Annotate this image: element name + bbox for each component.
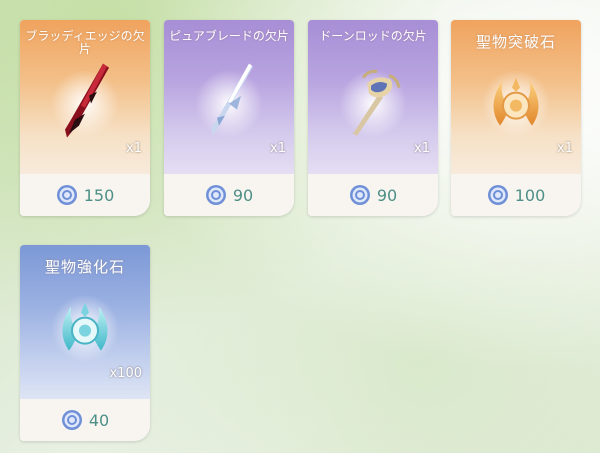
price-bar: 90 [308, 174, 438, 216]
item-quantity: x1 [414, 141, 430, 156]
coin-icon [56, 184, 78, 206]
item-price: 90 [376, 185, 398, 205]
price-bar: 40 [20, 399, 150, 441]
relic-enhancement-stone-icon [45, 281, 125, 375]
relic-breakthrough-stone-icon [476, 56, 556, 150]
coin-icon [205, 184, 227, 206]
price-bar: 90 [164, 174, 294, 216]
item-name: 聖物突破石 [475, 33, 556, 51]
coin-icon [61, 409, 83, 431]
item-art: ピュアブレードの欠片 x1 [164, 20, 294, 174]
shop-item-card[interactable]: ブラッディエッジの欠片 x1 150 [20, 20, 150, 216]
item-quantity: x1 [126, 141, 142, 156]
item-price: 100 [514, 185, 546, 205]
shop-page: { "items": [ { "name": "ブラッディエッジの欠片", "q… [0, 0, 600, 453]
item-name: ドーンロッドの欠片 [319, 29, 427, 43]
item-art: 聖物強化石 x100 [20, 245, 150, 399]
shop-item-card[interactable]: 聖物突破石 x1 100 [451, 20, 581, 216]
pure-blade-fragment-icon [189, 56, 269, 150]
item-price: 90 [232, 185, 254, 205]
item-quantity: x100 [109, 366, 142, 381]
price-bar: 150 [20, 174, 150, 216]
item-quantity: x1 [270, 141, 286, 156]
item-art: ドーンロッドの欠片 x1 [308, 20, 438, 174]
price-bar: 100 [451, 174, 581, 216]
dawn-rod-fragment-icon [333, 56, 413, 150]
shop-item-card[interactable]: 聖物強化石 x100 40 [20, 245, 150, 441]
coin-icon [487, 184, 509, 206]
shop-item-card[interactable]: ピュアブレードの欠片 x1 90 [164, 20, 294, 216]
item-price: 40 [88, 410, 110, 430]
item-quantity: x1 [557, 141, 573, 156]
item-name: ピュアブレードの欠片 [169, 29, 289, 43]
item-art: 聖物突破石 x1 [451, 20, 581, 174]
item-art: ブラッディエッジの欠片 x1 [20, 20, 150, 174]
blood-blade-fragment-icon [45, 56, 125, 150]
item-name: 聖物強化石 [44, 258, 125, 276]
shop-item-card[interactable]: ドーンロッドの欠片 x1 90 [308, 20, 438, 216]
coin-icon [349, 184, 371, 206]
item-price: 150 [83, 185, 115, 205]
item-name: ブラッディエッジの欠片 [25, 29, 145, 56]
